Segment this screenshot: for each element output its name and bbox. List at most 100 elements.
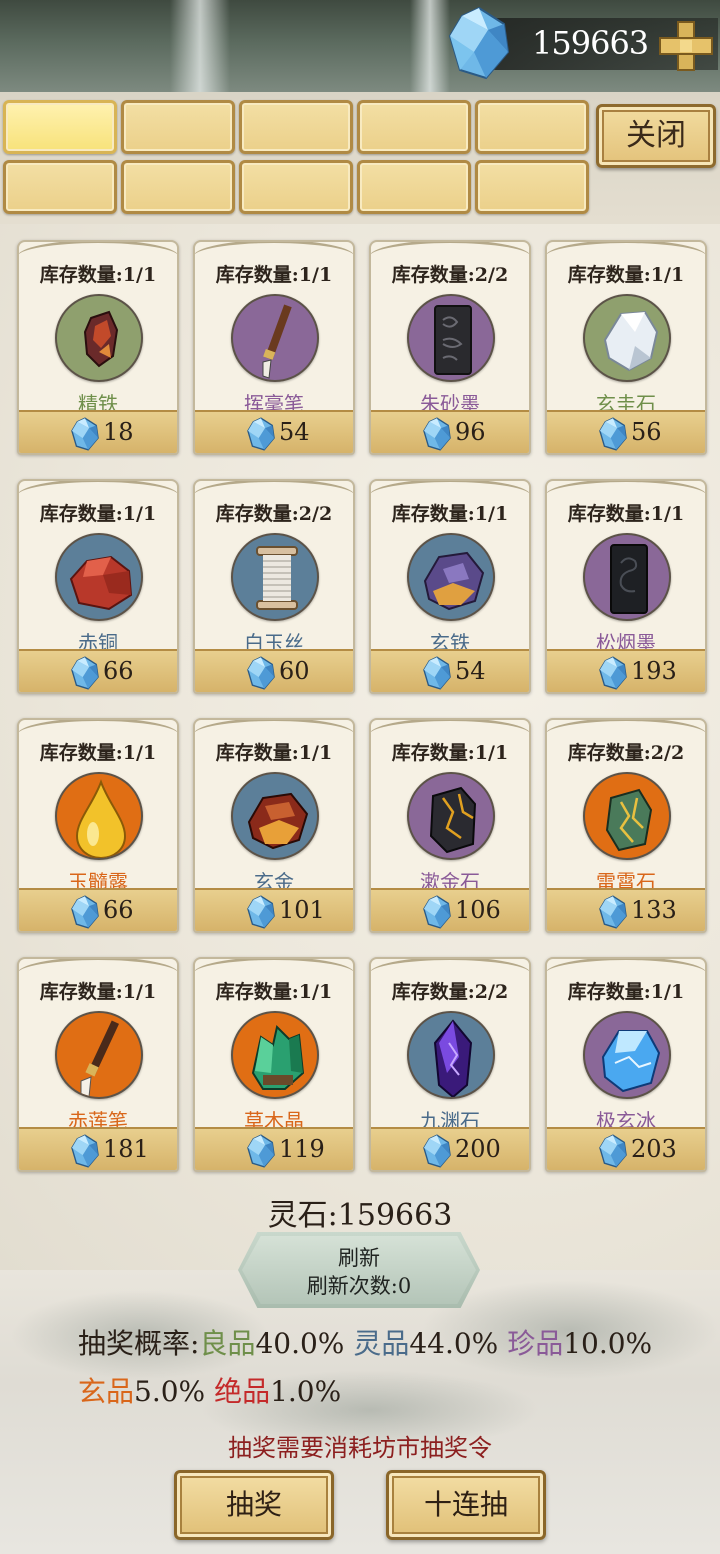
- ink-stick-icon: [434, 305, 472, 375]
- item-icon-frame: [55, 1011, 143, 1099]
- item-icon-frame: [583, 1011, 671, 1099]
- item-price: 18: [103, 418, 134, 446]
- item-icon-frame: [231, 772, 319, 860]
- price-bar: 193: [547, 649, 705, 692]
- gold-vein-stone-icon: [429, 786, 477, 854]
- price-bar: 66: [19, 888, 177, 931]
- stock-count: 库存数量:1/1: [567, 981, 685, 1003]
- grade-rare-value: 10.0%: [563, 1327, 653, 1360]
- item-price: 203: [631, 1135, 677, 1163]
- price-bar: 54: [371, 649, 529, 692]
- background-waterfall: [410, 0, 450, 92]
- price-bar: 133: [547, 888, 705, 931]
- draw-ten-button[interactable]: 十连抽: [386, 1470, 546, 1540]
- stock-count: 库存数量:1/1: [567, 503, 685, 525]
- currency-value: 159663: [532, 24, 649, 62]
- shop-item-card[interactable]: 库存数量:1/1 赤铜 66: [17, 479, 179, 694]
- item-price: 101: [279, 896, 325, 924]
- item-icon-frame: [55, 533, 143, 621]
- item-price: 181: [103, 1135, 149, 1163]
- spirit-stone-gem-icon: [423, 895, 451, 929]
- item-price: 106: [455, 896, 501, 924]
- item-price: 96: [455, 418, 486, 446]
- red-copper-icon: [69, 555, 133, 611]
- category-tab-8[interactable]: [239, 160, 353, 214]
- item-price: 54: [279, 418, 310, 446]
- item-price: 54: [455, 657, 486, 685]
- spirit-stone-gem-icon: [448, 6, 510, 80]
- shop-item-card[interactable]: 库存数量:1/1 草木晶 119: [193, 957, 355, 1172]
- shop-item-card[interactable]: 库存数量:1/1 玉髓露 66: [17, 718, 179, 933]
- draw-button[interactable]: 抽奖: [174, 1470, 334, 1540]
- stock-count: 库存数量:2/2: [391, 981, 509, 1003]
- stock-count: 库存数量:1/1: [39, 264, 157, 286]
- top-bar: 159663: [0, 0, 720, 92]
- stock-count: 库存数量:2/2: [215, 503, 333, 525]
- refresh-count: 刷新次数:0: [306, 1274, 412, 1298]
- item-icon-frame: [55, 294, 143, 382]
- category-tab-3[interactable]: [239, 100, 353, 154]
- stock-count: 库存数量:1/1: [39, 742, 157, 764]
- item-price: 200: [455, 1135, 501, 1163]
- refined-iron-ore-icon: [83, 310, 119, 368]
- stock-count: 库存数量:1/1: [39, 503, 157, 525]
- shop-item-card[interactable]: 库存数量:2/2 白玉丝 60: [193, 479, 355, 694]
- price-bar: 119: [195, 1127, 353, 1170]
- item-icon-frame: [231, 294, 319, 382]
- item-price: 193: [631, 657, 677, 685]
- price-bar: 106: [371, 888, 529, 931]
- item-icon-frame: [583, 772, 671, 860]
- refresh-button[interactable]: 刷新 刷新次数:0: [238, 1232, 480, 1308]
- shop-item-card[interactable]: 库存数量:1/1 玄圭石 56: [545, 240, 707, 455]
- item-icon-frame: [583, 294, 671, 382]
- category-tab-7[interactable]: [121, 160, 235, 214]
- shop-item-card[interactable]: 库存数量:1/1 漱金石 106: [369, 718, 531, 933]
- stock-count: 库存数量:1/1: [391, 503, 509, 525]
- shop-item-card[interactable]: 库存数量:1/1 松烟墨 193: [545, 479, 707, 694]
- item-icon-frame: [407, 1011, 495, 1099]
- shop-item-card[interactable]: 库存数量:1/1 玄铁 54: [369, 479, 531, 694]
- spirit-stone-gem-icon: [71, 417, 99, 451]
- refresh-label: 刷新: [338, 1246, 380, 1270]
- item-price: 56: [631, 418, 662, 446]
- golden-drop-icon: [75, 779, 127, 858]
- probability-prefix: 抽奖概率:: [78, 1327, 200, 1360]
- spirit-stone-gem-icon: [71, 656, 99, 690]
- spirit-stone-gem-icon: [423, 417, 451, 451]
- grade-rare-name: 珍品: [507, 1327, 564, 1360]
- thread-spool-icon: [256, 546, 298, 610]
- shop-item-card[interactable]: 库存数量:1/1 极玄冰 203: [545, 957, 707, 1172]
- shop-item-card[interactable]: 库存数量:2/2 九渊石 200: [369, 957, 531, 1172]
- stock-count: 库存数量:2/2: [391, 264, 509, 286]
- stock-count: 库存数量:1/1: [215, 981, 333, 1003]
- price-bar: 200: [371, 1127, 529, 1170]
- shop-item-card[interactable]: 库存数量:2/2 雷霄石 133: [545, 718, 707, 933]
- shop-item-card[interactable]: 库存数量:1/1 精铁 18: [17, 240, 179, 455]
- red-lotus-brush-icon: [80, 1020, 119, 1097]
- stock-count: 库存数量:1/1: [567, 264, 685, 286]
- category-tab-4[interactable]: [357, 100, 471, 154]
- spirit-stone-gem-icon: [599, 1134, 627, 1168]
- price-bar: 54: [195, 410, 353, 453]
- category-tab-2[interactable]: [121, 100, 235, 154]
- grade-peerless-value: 1.0%: [270, 1375, 342, 1408]
- shop-item-card[interactable]: 库存数量:1/1 赤莲笔 181: [17, 957, 179, 1172]
- category-tab-5[interactable]: [475, 100, 589, 154]
- price-bar: 56: [547, 410, 705, 453]
- shop-item-card[interactable]: 库存数量:2/2 朱砂墨 96: [369, 240, 531, 455]
- probability-line-2: 玄品5.0% 绝品1.0%: [78, 1370, 341, 1410]
- category-tab-10[interactable]: [475, 160, 589, 214]
- category-tab-6[interactable]: [3, 160, 117, 214]
- pine-ink-icon: [610, 544, 648, 614]
- category-tab-1[interactable]: [3, 100, 117, 154]
- category-tab-9[interactable]: [357, 160, 471, 214]
- grade-mystic-value: 5.0%: [134, 1375, 206, 1408]
- plus-icon[interactable]: [656, 18, 716, 74]
- item-price: 66: [103, 896, 134, 924]
- spirit-stone-gem-icon: [247, 1134, 275, 1168]
- shop-item-card[interactable]: 库存数量:1/1 玄金 101: [193, 718, 355, 933]
- item-price: 133: [631, 896, 677, 924]
- item-icon-frame: [231, 533, 319, 621]
- close-button[interactable]: 关闭: [596, 104, 716, 168]
- shop-item-card[interactable]: 库存数量:1/1 挥毫笔 54: [193, 240, 355, 455]
